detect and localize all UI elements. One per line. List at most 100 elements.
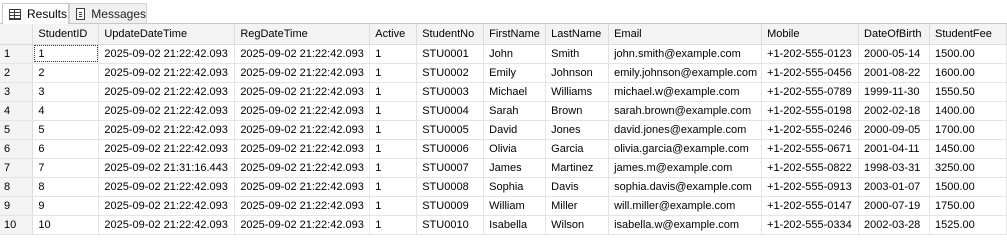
cell-studentfee[interactable]: 1600.00 bbox=[929, 63, 1007, 83]
cell-firstname[interactable]: Isabella bbox=[483, 215, 547, 235]
table-row[interactable]: 3 3 2025-09-02 21:22:42.093 2025-09-02 21:2… bbox=[0, 82, 1007, 102]
row-number[interactable]: 8 bbox=[0, 177, 34, 197]
cell-updatedatetime[interactable]: 2025-09-02 21:22:42.093 bbox=[98, 196, 236, 216]
cell-active[interactable]: 1 bbox=[369, 196, 418, 216]
cell-studentfee[interactable]: 1550.50 bbox=[929, 82, 1007, 102]
cell-updatedatetime[interactable]: 2025-09-02 21:22:42.093 bbox=[98, 177, 236, 197]
cell-studentno[interactable]: STU0006 bbox=[416, 139, 485, 159]
cell-mobile[interactable]: +1-202-555-0246 bbox=[761, 120, 860, 140]
cell-regdatetime[interactable]: 2025-09-02 21:22:42.093 bbox=[234, 196, 371, 216]
table-row[interactable]: 5 5 2025-09-02 21:22:42.093 2025-09-02 21:2… bbox=[0, 120, 1007, 140]
cell-studentid[interactable]: 7 bbox=[32, 158, 100, 178]
column-header-studentid[interactable]: StudentID bbox=[32, 24, 100, 45]
cell-studentfee[interactable]: 1450.00 bbox=[929, 139, 1007, 159]
cell-email[interactable]: olivia.garcia@example.com bbox=[608, 139, 763, 159]
column-header-mobile[interactable]: Mobile bbox=[761, 24, 860, 45]
cell-studentfee[interactable]: 1500.00 bbox=[929, 177, 1007, 197]
cell-studentno[interactable]: STU0009 bbox=[416, 196, 485, 216]
row-number[interactable]: 5 bbox=[0, 120, 34, 140]
cell-active[interactable]: 1 bbox=[369, 82, 418, 102]
column-header-studentno[interactable]: StudentNo bbox=[416, 24, 485, 45]
cell-lastname[interactable]: Smith bbox=[545, 44, 610, 64]
cell-regdatetime[interactable]: 2025-09-02 21:22:42.093 bbox=[234, 63, 371, 83]
cell-studentno[interactable]: STU0010 bbox=[416, 215, 485, 235]
cell-mobile[interactable]: +1-202-555-0334 bbox=[761, 215, 860, 235]
row-number[interactable]: 4 bbox=[0, 101, 34, 121]
cell-studentno[interactable]: STU0001 bbox=[416, 44, 485, 64]
cell-studentfee[interactable]: 1750.00 bbox=[929, 196, 1007, 216]
cell-regdatetime[interactable]: 2025-09-02 21:22:42.093 bbox=[234, 101, 371, 121]
cell-active[interactable]: 1 bbox=[369, 120, 418, 140]
cell-firstname[interactable]: Michael bbox=[483, 82, 547, 102]
cell-lastname[interactable]: Williams bbox=[545, 82, 610, 102]
cell-firstname[interactable]: Sarah bbox=[483, 101, 547, 121]
cell-email[interactable]: sarah.brown@example.com bbox=[608, 101, 763, 121]
cell-firstname[interactable]: David bbox=[483, 120, 547, 140]
cell-studentno[interactable]: STU0003 bbox=[416, 82, 485, 102]
row-number[interactable]: 10 bbox=[0, 215, 34, 235]
cell-studentfee[interactable]: 1700.00 bbox=[929, 120, 1007, 140]
cell-lastname[interactable]: Jones bbox=[545, 120, 610, 140]
cell-studentno[interactable]: STU0007 bbox=[416, 158, 485, 178]
cell-lastname[interactable]: Wilson bbox=[545, 215, 610, 235]
cell-studentid[interactable]: 8 bbox=[32, 177, 100, 197]
cell-studentfee[interactable]: 1400.00 bbox=[929, 101, 1007, 121]
row-number[interactable]: 6 bbox=[0, 139, 34, 159]
row-header-corner[interactable] bbox=[0, 24, 34, 45]
cell-active[interactable]: 1 bbox=[369, 215, 418, 235]
cell-lastname[interactable]: Martinez bbox=[545, 158, 610, 178]
cell-updatedatetime[interactable]: 2025-09-02 21:22:42.093 bbox=[98, 82, 236, 102]
cell-email[interactable]: emily.johnson@example.com bbox=[608, 63, 763, 83]
cell-mobile[interactable]: +1-202-555-0789 bbox=[761, 82, 860, 102]
table-row[interactable]: 10 10 2025-09-02 21:22:42.093 2025-09-02 21… bbox=[0, 215, 1007, 235]
cell-dateofbirth[interactable]: 2000-07-19 bbox=[858, 196, 930, 216]
results-grid[interactable]: StudentID UpdateDateTime RegDateTime Active… bbox=[0, 24, 1007, 243]
cell-email[interactable]: michael.w@example.com bbox=[608, 82, 763, 102]
cell-firstname[interactable]: Emily bbox=[483, 63, 547, 83]
cell-mobile[interactable]: +1-202-555-0456 bbox=[761, 63, 860, 83]
cell-dateofbirth[interactable]: 1998-03-31 bbox=[858, 158, 930, 178]
cell-lastname[interactable]: Davis bbox=[545, 177, 610, 197]
table-row[interactable]: 1 1 2025-09-02 21:22:42.093 2025-09-02 21:2… bbox=[0, 44, 1007, 64]
cell-lastname[interactable]: Brown bbox=[545, 101, 610, 121]
cell-firstname[interactable]: Olivia bbox=[483, 139, 547, 159]
cell-studentfee[interactable]: 1500.00 bbox=[929, 44, 1007, 64]
cell-studentid[interactable]: 9 bbox=[32, 196, 100, 216]
tab-results[interactable]: Results bbox=[2, 3, 69, 24]
row-number[interactable]: 1 bbox=[0, 44, 34, 64]
column-header-lastname[interactable]: LastName bbox=[545, 24, 610, 45]
cell-dateofbirth[interactable]: 2002-02-18 bbox=[858, 101, 930, 121]
cell-firstname[interactable]: James bbox=[483, 158, 547, 178]
tab-messages[interactable]: Messages bbox=[69, 3, 147, 24]
cell-studentno[interactable]: STU0008 bbox=[416, 177, 485, 197]
cell-updatedatetime[interactable]: 2025-09-02 21:22:42.093 bbox=[98, 215, 236, 235]
cell-updatedatetime[interactable]: 2025-09-02 21:22:42.093 bbox=[98, 120, 236, 140]
cell-regdatetime[interactable]: 2025-09-02 21:22:42.093 bbox=[234, 177, 371, 197]
cell-regdatetime[interactable]: 2025-09-02 21:22:42.093 bbox=[234, 215, 371, 235]
cell-email[interactable]: david.jones@example.com bbox=[608, 120, 763, 140]
cell-mobile[interactable]: +1-202-555-0913 bbox=[761, 177, 860, 197]
cell-lastname[interactable]: Garcia bbox=[545, 139, 610, 159]
column-header-email[interactable]: Email bbox=[608, 24, 763, 45]
table-row[interactable]: 4 4 2025-09-02 21:22:42.093 2025-09-02 21:2… bbox=[0, 101, 1007, 121]
cell-regdatetime[interactable]: 2025-09-02 21:22:42.093 bbox=[234, 158, 371, 178]
cell-dateofbirth[interactable]: 2000-05-14 bbox=[858, 44, 930, 64]
table-row[interactable]: 2 2 2025-09-02 21:22:42.093 2025-09-02 21:2… bbox=[0, 63, 1007, 83]
column-header-active[interactable]: Active bbox=[369, 24, 418, 45]
cell-active[interactable]: 1 bbox=[369, 177, 418, 197]
cell-updatedatetime[interactable]: 2025-09-02 21:22:42.093 bbox=[98, 63, 236, 83]
cell-mobile[interactable]: +1-202-555-0198 bbox=[761, 101, 860, 121]
cell-studentid[interactable]: 10 bbox=[32, 215, 100, 235]
table-row[interactable]: 9 9 2025-09-02 21:22:42.093 2025-09-02 21:2… bbox=[0, 196, 1007, 216]
cell-studentid[interactable]: 4 bbox=[32, 101, 100, 121]
cell-dateofbirth[interactable]: 2003-01-07 bbox=[858, 177, 930, 197]
row-number[interactable]: 7 bbox=[0, 158, 34, 178]
cell-mobile[interactable]: +1-202-555-0147 bbox=[761, 196, 860, 216]
row-number[interactable]: 9 bbox=[0, 196, 34, 216]
table-row[interactable]: 6 6 2025-09-02 21:22:42.093 2025-09-02 21:2… bbox=[0, 139, 1007, 159]
cell-studentno[interactable]: STU0002 bbox=[416, 63, 485, 83]
cell-email[interactable]: john.smith@example.com bbox=[608, 44, 763, 64]
cell-dateofbirth[interactable]: 2002-03-28 bbox=[858, 215, 930, 235]
cell-updatedatetime[interactable]: 2025-09-02 21:22:42.093 bbox=[98, 139, 236, 159]
cell-updatedatetime[interactable]: 2025-09-02 21:22:42.093 bbox=[98, 44, 236, 64]
